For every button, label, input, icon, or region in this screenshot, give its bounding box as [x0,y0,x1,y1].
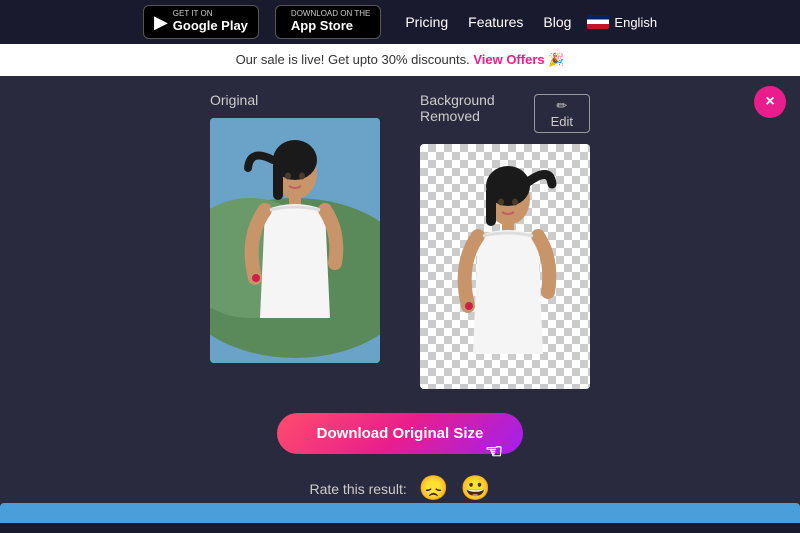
download-section: Download Original Size ☞ Rate this resul… [30,413,770,503]
google-play-name: Google Play [173,19,248,33]
flag-icon [587,15,609,29]
sale-banner: Our sale is live! Get upto 30% discounts… [0,44,800,76]
image-panels: Original [30,92,770,389]
original-photo [210,118,380,363]
pricing-link[interactable]: Pricing [405,14,448,30]
main-content: × Original [0,76,800,523]
removed-image [420,144,590,389]
rating-section: Rate this result: 😞 😀 [309,474,490,503]
sale-text: Our sale is live! Get upto 30% discounts… [236,52,470,67]
blog-link[interactable]: Blog [543,14,571,30]
removed-photo [420,144,590,389]
view-offers-link[interactable]: View Offers [473,52,544,67]
removed-woman-svg [420,144,590,389]
app-store-button[interactable]: Download on the App Store [275,5,381,38]
top-nav: ▶ GET IT ON Google Play Download on the … [0,0,800,44]
features-link[interactable]: Features [468,14,523,30]
removed-panel-header: Background Removed ✏ Edit [420,92,590,134]
app-store-name: App Store [291,19,370,33]
original-woman-svg [210,118,380,363]
rating-label: Rate this result: [309,481,406,497]
cursor-icon: ☞ [485,439,503,464]
google-play-button[interactable]: ▶ GET IT ON Google Play [143,5,259,38]
removed-label: Background Removed [420,92,534,124]
original-image [210,118,380,363]
language-label: English [614,15,657,30]
happy-emoji-button[interactable]: 😀 [461,474,491,503]
sad-emoji-button[interactable]: 😞 [419,474,449,503]
close-button[interactable]: × [754,86,786,118]
removed-panel: Background Removed ✏ Edit [420,92,590,389]
download-label: Download Original Size [317,425,484,442]
original-panel: Original [210,92,380,363]
sale-emoji: 🎉 [548,52,564,67]
language-selector[interactable]: English [587,15,657,30]
edit-button[interactable]: ✏ Edit [534,94,590,133]
download-button[interactable]: Download Original Size ☞ [277,413,524,454]
bottom-strip [0,503,800,523]
nav-links: Pricing Features Blog [405,14,571,30]
google-play-icon: ▶ [154,12,168,33]
original-label: Original [210,92,258,108]
